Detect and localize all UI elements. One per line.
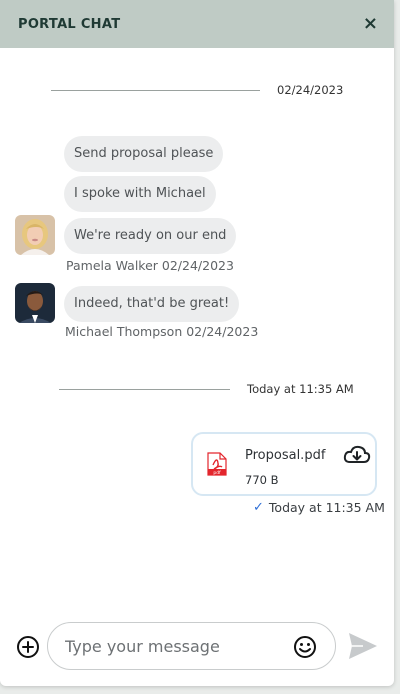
date-divider: 02/24/2023 — [51, 83, 343, 97]
sent-time: Today at 11:35 AM — [268, 500, 385, 515]
message-bubble: We're ready on our end — [64, 218, 237, 254]
message-bubble: I spoke with Michael — [64, 176, 216, 212]
message-bubble: Indeed, that'd be great! — [64, 286, 240, 322]
divider-date: Today at 11:35 AM — [247, 382, 354, 396]
avatar-pamela — [15, 215, 55, 255]
divider-date: 02/24/2023 — [277, 83, 344, 97]
message-bubble: Send proposal please — [64, 136, 224, 172]
message-input-wrapper — [47, 622, 336, 670]
close-icon[interactable]: × — [363, 15, 378, 33]
pdf-file-icon: pdf — [206, 452, 228, 481]
message-meta: Michael Thompson 02/24/2023 — [65, 324, 259, 339]
pdf-label: pdf — [213, 470, 221, 476]
message-composer — [0, 614, 394, 680]
divider-line — [59, 388, 230, 390]
check-icon: ✓ — [253, 500, 264, 515]
file-size: 770 B — [245, 473, 279, 487]
chat-panel: PORTAL CHAT × 02/24/2023 Send proposal p… — [0, 0, 394, 686]
emoji-icon[interactable] — [293, 635, 317, 664]
chat-title: PORTAL CHAT — [18, 16, 121, 32]
add-circle-icon[interactable] — [16, 635, 40, 664]
date-divider: Today at 11:35 AM — [59, 382, 354, 396]
message-meta: Pamela Walker 02/24/2023 — [66, 258, 234, 273]
divider-line — [51, 89, 260, 91]
file-name[interactable]: Proposal.pdf — [245, 448, 325, 463]
cloud-download-icon[interactable] — [343, 444, 371, 471]
send-icon[interactable] — [347, 631, 379, 666]
file-attachment-card[interactable]: pdf Proposal.pdf 770 B — [191, 432, 377, 496]
message-input[interactable] — [65, 623, 285, 669]
chat-header: PORTAL CHAT × — [0, 0, 394, 48]
avatar-michael — [15, 283, 55, 323]
sent-status: ✓ Today at 11:35 AM — [253, 500, 385, 515]
